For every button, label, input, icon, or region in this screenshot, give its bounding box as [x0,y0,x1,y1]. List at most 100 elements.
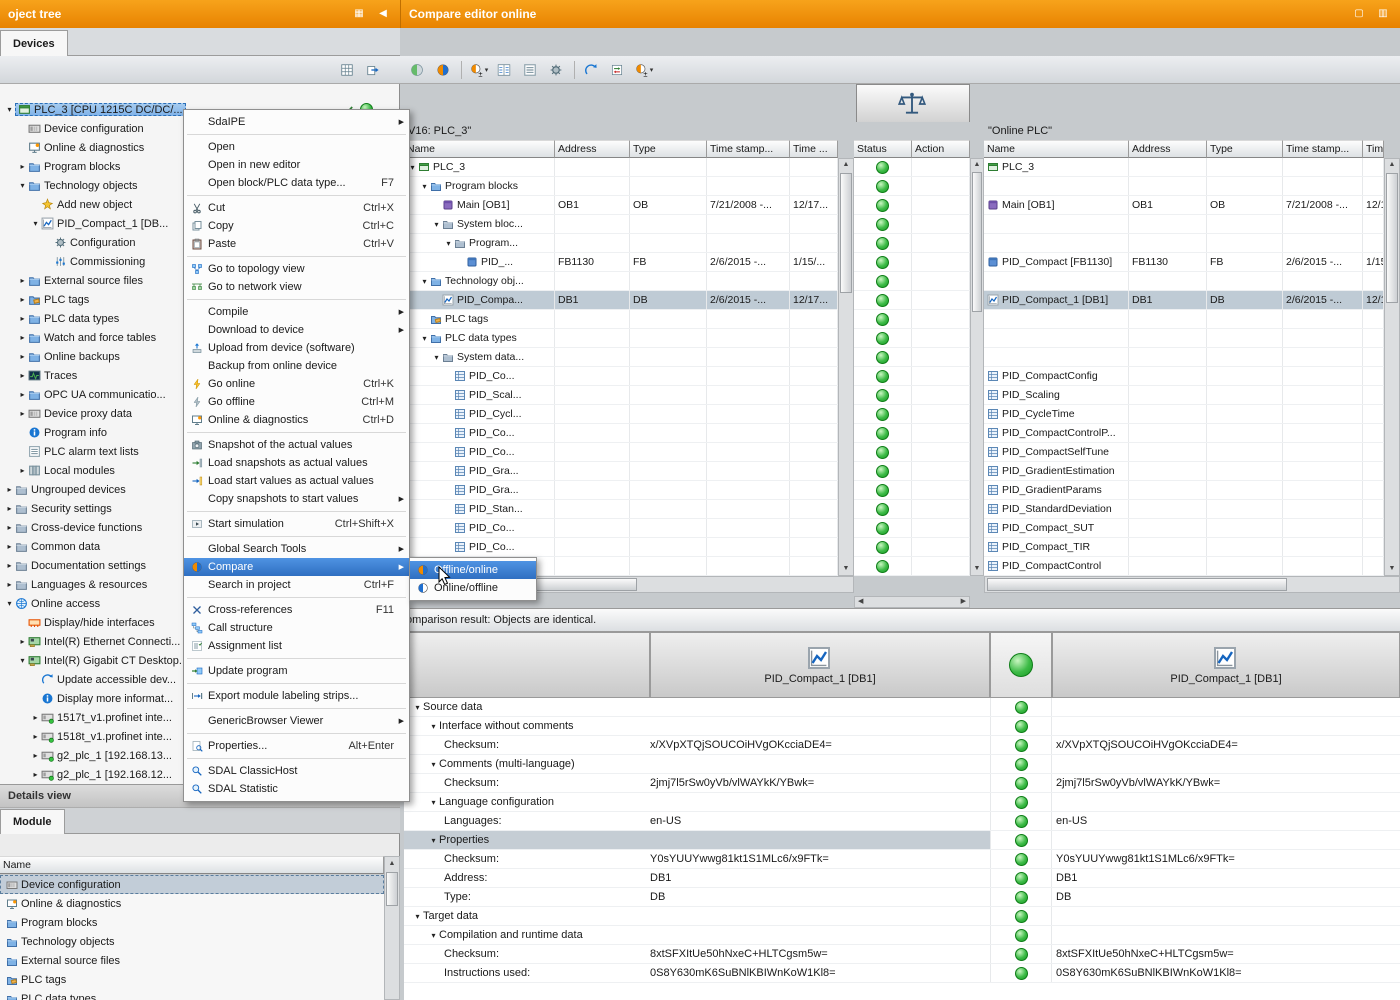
details-name-column-header[interactable]: Name [0,856,384,875]
detail-row[interactable]: ▾Compilation and runtime data [404,926,1400,945]
menu-item[interactable]: Backup from online device [184,357,409,375]
expander-icon[interactable]: ▸ [30,732,41,741]
menu-item[interactable]: Go offlineCtrl+M [184,393,409,411]
table-row[interactable]: PID_Compa...DB1DB2/6/2015 -...12/17... [404,291,838,310]
action-cell[interactable] [912,291,970,309]
status-identical-icon[interactable] [876,370,889,383]
action-cell[interactable] [912,196,970,214]
table-row[interactable]: ▾Program blocks [404,177,838,196]
menu-item[interactable]: Search in projectCtrl+F [184,576,409,594]
submenu-item[interactable]: Online/offline [410,579,536,597]
online-connection-button[interactable] [406,59,430,81]
menu-item[interactable]: SDAL Statistic [184,780,409,798]
table-row[interactable]: ▾PLC data types [404,329,838,348]
details-view-scrollbar[interactable]: ▲ [384,856,400,1000]
table-row[interactable] [984,348,1384,367]
column-header[interactable]: Name [404,140,555,158]
table-row[interactable]: PID_GradientParams [984,481,1384,500]
expander-icon[interactable]: ▸ [4,580,15,589]
expander-icon[interactable]: ▾ [431,220,442,229]
action-cell[interactable] [912,310,970,328]
refresh-view-button[interactable] [580,59,604,81]
detailed-comparison-button[interactable] [493,59,517,81]
menu-item[interactable]: CopyCtrl+C [184,217,409,235]
table-row[interactable]: PID_Compact_TIR [984,538,1384,557]
status-identical-icon[interactable] [1015,739,1028,752]
menu-item[interactable]: Compile▶ [184,303,409,321]
table-row[interactable]: PID_CompactSelfTune [984,443,1384,462]
action-cell[interactable] [912,367,970,385]
status-identical-icon[interactable] [1015,796,1028,809]
expander-icon[interactable]: ▸ [17,390,28,399]
submenu-item[interactable]: Offline/online [410,561,536,579]
menu-item[interactable]: Call structure [184,619,409,637]
table-row[interactable]: ▾PLC_3 [404,158,838,177]
menu-item[interactable]: Assignment list [184,637,409,655]
status-identical-icon[interactable] [876,427,889,440]
expander-icon[interactable]: ▾ [412,912,423,921]
offline-online-comparison-button[interactable] [432,59,456,81]
table-row[interactable]: PID_Gra... [404,462,838,481]
details-list-item[interactable]: External source files [0,951,384,970]
status-identical-icon[interactable] [1015,948,1028,961]
view-options-button[interactable] [336,59,360,81]
detail-row[interactable]: ▾Language configuration [404,793,1400,812]
detail-row[interactable]: ▾Interface without comments [404,717,1400,736]
status-hscrollbar[interactable]: ◀ ▶ [854,596,970,608]
detail-row[interactable]: Instructions used:0S8Y630mK6SuBNlKBIWnKo… [404,964,1400,983]
status-identical-icon[interactable] [876,294,889,307]
expander-icon[interactable]: ▾ [428,798,439,807]
status-identical-icon[interactable] [1015,891,1028,904]
table-row[interactable]: PID_Scaling [984,386,1384,405]
table-row[interactable]: PLC_3 [984,158,1384,177]
synchronize-button[interactable] [606,59,630,81]
status-identical-icon[interactable] [1015,910,1028,923]
expander-icon[interactable]: ▸ [17,276,28,285]
action-cell[interactable] [912,329,970,347]
table-row[interactable]: Main [OB1]OB1OB7/21/2008 -...12/17... [404,196,838,215]
status-identical-icon[interactable] [876,256,889,269]
expander-icon[interactable]: ▸ [17,637,28,646]
action-cell[interactable] [912,253,970,271]
table-row[interactable] [984,215,1384,234]
table-row[interactable]: PID_StandardDeviation [984,500,1384,519]
column-header[interactable]: Time [1363,140,1384,158]
action-cell[interactable] [912,405,970,423]
action-cell[interactable] [912,557,970,575]
table-row[interactable]: PID_Co... [404,424,838,443]
dropdown-arrow-icon[interactable]: ▾ [485,66,489,74]
table-row[interactable]: PID_...FB1130FB2/6/2015 -...1/15/... [404,253,838,272]
menu-item[interactable]: Go onlineCtrl+K [184,375,409,393]
menu-item[interactable]: Update program [184,662,409,680]
detail-row[interactable]: Address:DB1DB1 [404,869,1400,888]
action-cell[interactable] [912,462,970,480]
action-cell[interactable] [912,234,970,252]
expander-icon[interactable]: ▾ [419,334,430,343]
detail-row[interactable]: ▾Target data [404,907,1400,926]
expander-icon[interactable]: ▸ [4,542,15,551]
status-identical-icon[interactable] [1015,701,1028,714]
table-row[interactable]: PID_Compact_1 [DB1]DB1DB2/6/2015 -...12/… [984,291,1384,310]
overview-list-button[interactable] [519,59,543,81]
comparison-criteria-button[interactable]: ±▾ [467,59,491,81]
status-identical-icon[interactable] [876,180,889,193]
column-header[interactable]: Action [912,140,970,158]
status-identical-icon[interactable] [876,541,889,554]
status-identical-icon[interactable] [876,389,889,402]
action-cell[interactable] [912,424,970,442]
menu-item[interactable]: Load snapshots as actual values [184,454,409,472]
menu-item[interactable]: SdaIPE▶ [184,113,409,131]
float-panel-icon[interactable]: ▢ [1350,6,1368,22]
status-identical-icon[interactable] [1015,720,1028,733]
action-cell[interactable] [912,158,970,176]
tab-devices[interactable]: Devices [0,30,68,56]
scroll-down-icon[interactable]: ▼ [1385,563,1399,575]
table-row[interactable]: PID_Compact [FB1130]FB1130FB2/6/2015 -..… [984,253,1384,272]
collapse-left-icon[interactable]: ◀ [374,6,392,22]
table-row[interactable]: ▾System bloc... [404,215,838,234]
column-header[interactable]: Time ... [790,140,838,158]
expander-icon[interactable]: ▸ [17,371,28,380]
table-row[interactable]: PID_GradientEstimation [984,462,1384,481]
action-cell[interactable] [912,443,970,461]
action-cell[interactable] [912,348,970,366]
